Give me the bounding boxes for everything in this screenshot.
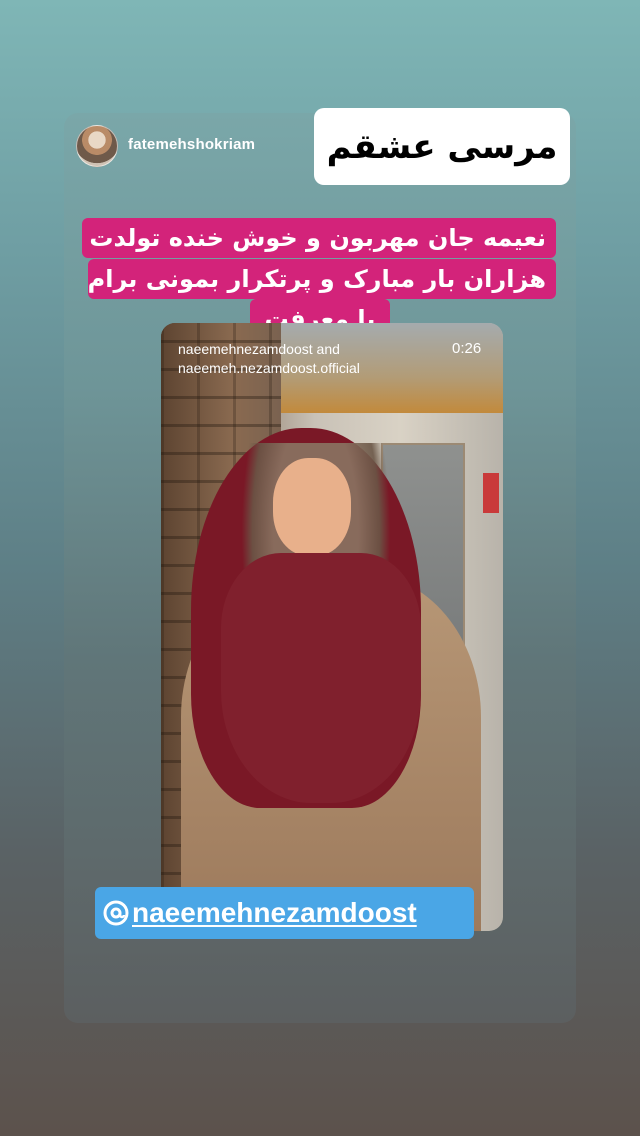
thanks-sticker-text: مرسی عشقم xyxy=(326,126,558,167)
shared-reel-preview[interactable] xyxy=(161,323,503,931)
mention-username[interactable]: naeemehnezamdoost xyxy=(132,897,417,929)
person-face xyxy=(273,458,351,556)
caption-line-1: نعیمه جان مهربون و خوش خنده تولدت xyxy=(82,218,556,258)
reel-author-line-1: naeemehnezamdoost and xyxy=(178,341,340,357)
reel-duration: 0:26 xyxy=(452,340,482,357)
red-sign xyxy=(483,473,499,513)
threads-icon xyxy=(103,900,129,926)
mention-sticker[interactable]: naeemehnezamdoost xyxy=(95,887,474,939)
user-avatar[interactable] xyxy=(76,125,118,167)
reel-authors: naeemehnezamdoost and naeemeh.nezamdoost… xyxy=(178,340,360,378)
reel-author-line-2: naeemeh.nezamdoost.official xyxy=(178,360,360,376)
story-username[interactable]: fatemehshokriam xyxy=(128,136,255,153)
thanks-sticker: مرسی عشقم xyxy=(314,108,570,185)
caption-line-2: هزاران بار مبارک و پرتکرار بمونی برام xyxy=(88,259,556,299)
person-scarf-front xyxy=(221,553,421,803)
